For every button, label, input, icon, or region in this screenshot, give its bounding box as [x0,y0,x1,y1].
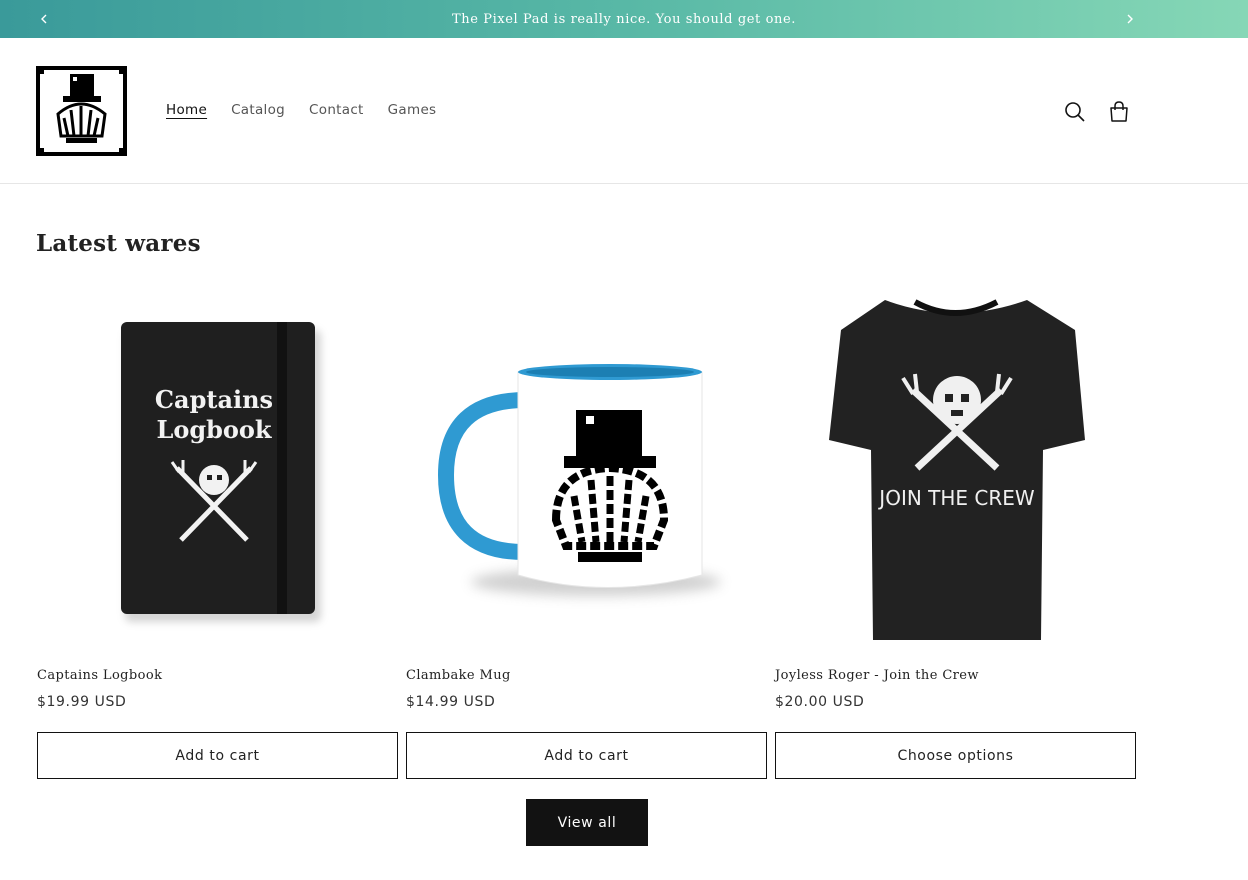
product-price: $20.00 USD [775,694,865,710]
logbook-cover-line1: Captains [155,385,273,414]
product-image-logbook[interactable]: Captains Logbook [37,290,398,650]
logbook-cover-line2: Logbook [156,415,272,444]
search-icon[interactable] [1063,100,1087,124]
main-nav: Home Catalog Contact Games [166,102,460,118]
nav-games[interactable]: Games [388,102,437,118]
announcement-message: The Pixel Pad is really nice. You should… [451,11,797,27]
nav-home[interactable]: Home [166,102,207,118]
product-name[interactable]: Clambake Mug [406,668,511,683]
chevron-right-icon[interactable] [1120,9,1140,29]
product-price: $14.99 USD [406,694,496,710]
add-to-cart-button[interactable]: Add to cart [37,732,398,779]
product-name[interactable]: Captains Logbook [37,668,162,683]
section-title: Latest wares [36,230,201,257]
add-to-cart-button[interactable]: Add to cart [406,732,767,779]
product-image-mug[interactable] [406,290,767,650]
view-all-button[interactable]: View all [526,799,648,846]
nav-contact[interactable]: Contact [309,102,364,118]
product-price: $19.99 USD [37,694,127,710]
site-header: Home Catalog Contact Games [0,38,1248,184]
product-card: JOIN THE CREW Joyless Roger - Join the C… [775,290,1136,779]
product-image-tshirt[interactable]: JOIN THE CREW [775,290,1136,650]
nav-catalog[interactable]: Catalog [231,102,285,118]
product-card: Captains Logbook Captains Logbook $19.99… [37,290,398,779]
chevron-left-icon[interactable] [34,9,54,29]
cart-icon[interactable] [1107,100,1131,124]
choose-options-button[interactable]: Choose options [775,732,1136,779]
announcement-bar: The Pixel Pad is really nice. You should… [0,0,1248,38]
product-name[interactable]: Joyless Roger - Join the Crew [775,668,979,683]
tshirt-print-text: JOIN THE CREW [877,486,1035,510]
clam-top-hat-logo[interactable] [36,66,127,156]
product-card: Clambake Mug $14.99 USD Add to cart [406,290,767,779]
